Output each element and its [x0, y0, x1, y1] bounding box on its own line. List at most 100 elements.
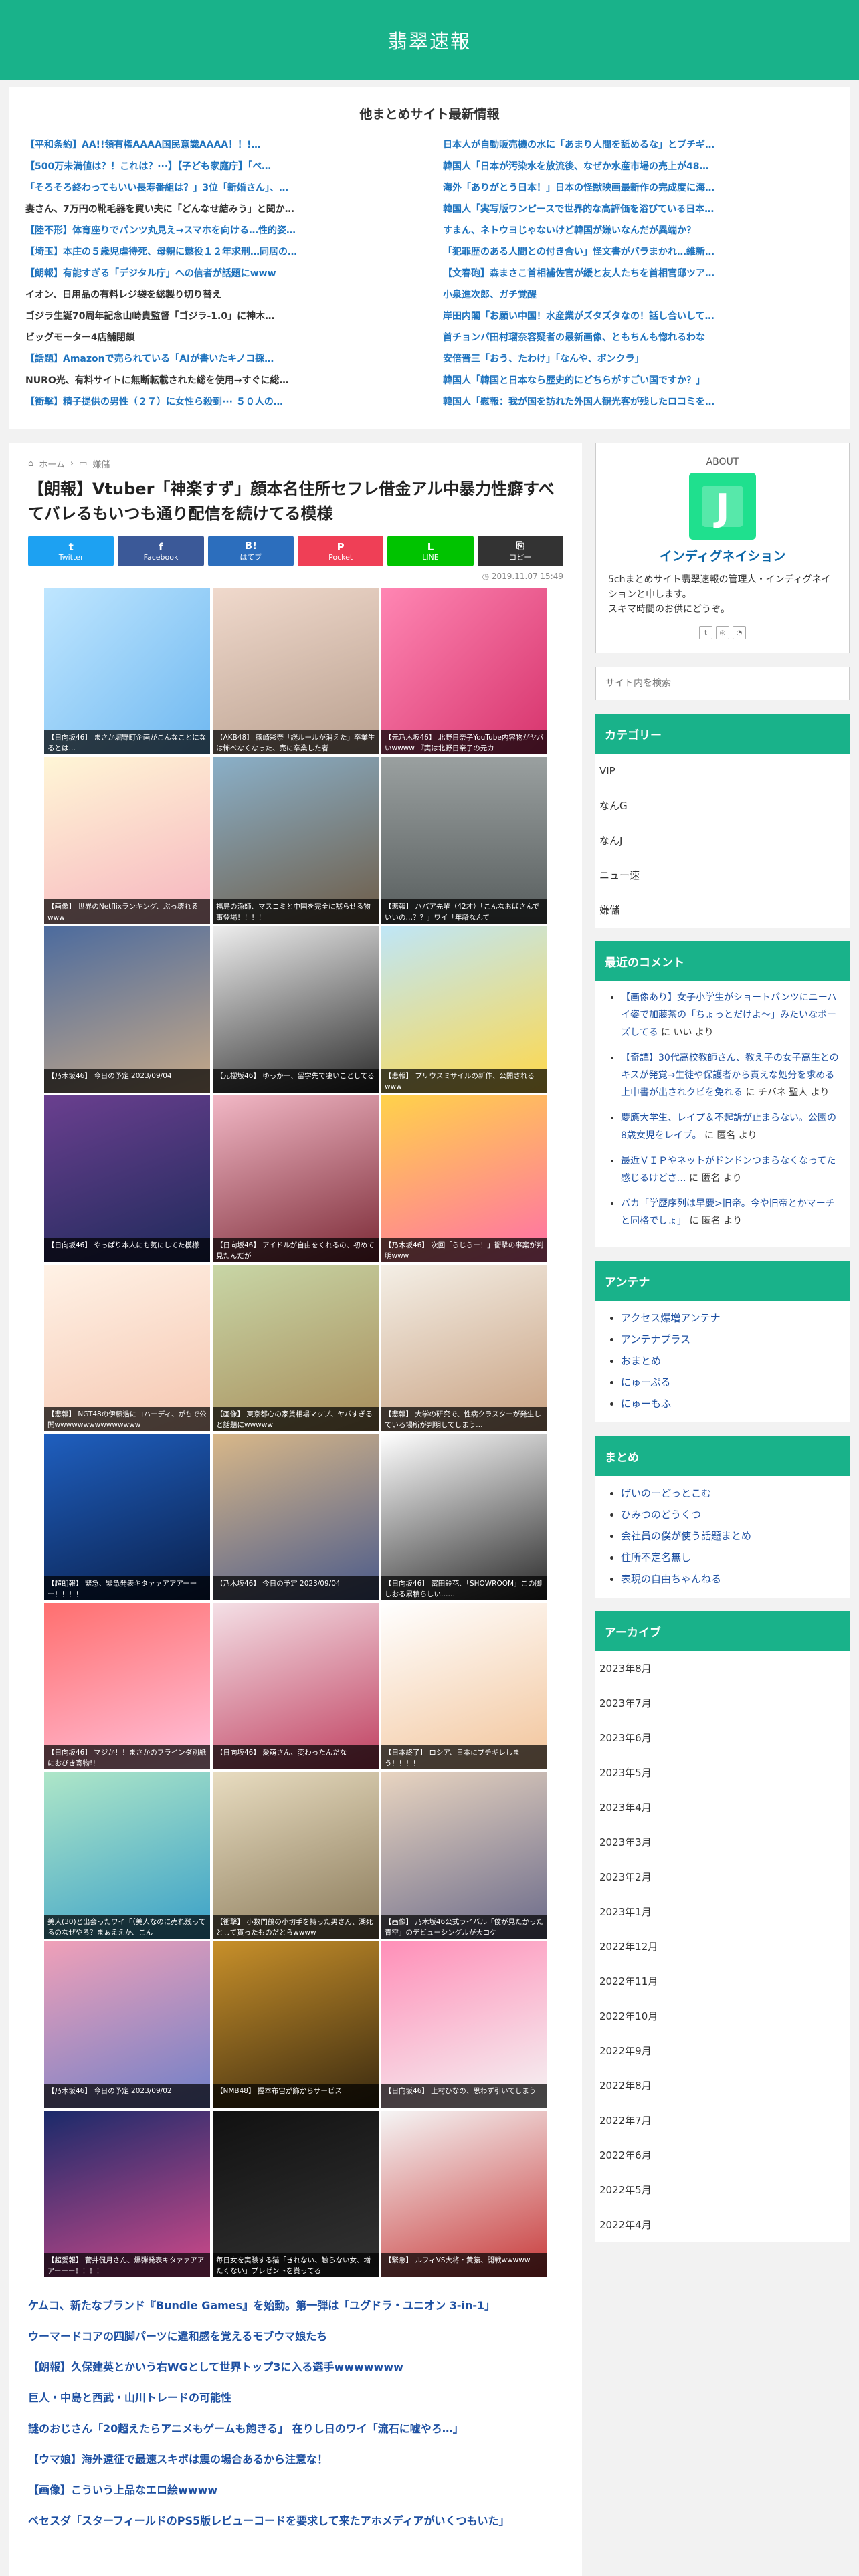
archive-link[interactable]: 2023年8月: [595, 1651, 850, 1686]
antenna-link[interactable]: おまとめ: [621, 1355, 661, 1367]
archive-link[interactable]: 2022年10月: [595, 1999, 850, 2034]
article-card[interactable]: 【悲報】 NGT48の伊藤浩にコハーディ、がちで公開wwwwwwwwwwwwww…: [44, 1265, 210, 1431]
article-card[interactable]: 【日向坂46】 まさか堀野町企画がこんなことになるとは…: [44, 588, 210, 754]
other-site-link[interactable]: NURO光、有料サイトに無断転載された総を使用→すぐに総…: [25, 370, 416, 391]
archive-link[interactable]: 2022年8月: [595, 2068, 850, 2103]
article-card[interactable]: 【日向坂46】 愛萌さん、変わったんだな: [213, 1603, 379, 1769]
article-card[interactable]: 【悲報】 プリウスミサイルの新作、公開されるwww: [381, 926, 547, 1093]
archive-link[interactable]: 2022年6月: [595, 2138, 850, 2173]
other-site-link[interactable]: 韓国人「慰報：我が国を訪れた外国人観光客が残したロコミを…: [443, 391, 834, 413]
breadcrumb-category[interactable]: 嫌儲: [92, 457, 110, 470]
breadcrumb-home[interactable]: ホーム: [39, 457, 65, 470]
category-link[interactable]: ニュー速: [595, 858, 850, 893]
share-button-はてブ[interactable]: B! はてブ: [207, 536, 294, 566]
article-card[interactable]: 【AKB48】 篠崎彩奈「謎ルールが消えた」卒業生は怖べなくなった、売に卒業した…: [213, 588, 379, 754]
archive-link[interactable]: 2022年4月: [595, 2208, 850, 2242]
matome-link[interactable]: 住所不定名無し: [621, 1551, 691, 1564]
search-input[interactable]: [605, 678, 840, 689]
archive-link[interactable]: 2022年7月: [595, 2103, 850, 2138]
rss-icon[interactable]: ◔: [733, 626, 746, 639]
antenna-link[interactable]: にゅーもふ: [621, 1398, 671, 1410]
matome-link[interactable]: 会社員の僕が使う話題まとめ: [621, 1530, 751, 1542]
archive-link[interactable]: 2023年6月: [595, 1721, 850, 1755]
other-site-link[interactable]: 「犯罪歴のある人間との付き合い」怪文書がバラまかれ…維新…: [443, 241, 834, 263]
other-site-link[interactable]: 岸田内閣「お願い中国！水産業がズタズタなの！話し合いして…: [443, 306, 834, 327]
matome-link[interactable]: 表現の自由ちゃんねる: [621, 1573, 721, 1585]
matome-link[interactable]: げいのーどっとこむ: [621, 1487, 711, 1499]
site-title-link[interactable]: 翡翠速報: [388, 26, 471, 54]
other-site-link[interactable]: 海外「ありがとう日本！」日本の怪獣映画最新作の完成度に海…: [443, 177, 834, 199]
related-article-link[interactable]: ケムコ、新たなブランド『Bundle Games』を始動。第一弾は「ユグドラ・ユ…: [28, 2290, 563, 2321]
other-site-link[interactable]: イオン、日用品の有料レジ袋を総製り切り替え: [25, 284, 416, 306]
share-button-コピー[interactable]: ⎘ コピー: [477, 536, 563, 566]
other-site-link[interactable]: 韓国人「日本が汚染水を放流後、なぜか水産市場の売上が48…: [443, 156, 834, 177]
article-card[interactable]: 【悲報】 ハバア先輩（42才）「こんなおばさんでいいの…？？」ワイ「年齢なんて: [381, 757, 547, 924]
matome-link[interactable]: ひみつのどうくつ: [621, 1509, 701, 1521]
related-article-link[interactable]: ウーマードコアの四脚パーツに違和感を覚えるモブウマ娘たち: [28, 2321, 563, 2352]
archive-link[interactable]: 2023年1月: [595, 1895, 850, 1929]
other-site-link[interactable]: 【陸不形】体育座りでパンツ丸見え→スマホを向ける…性的姿…: [25, 220, 416, 241]
article-card[interactable]: 【画像】 世界のNetflixランキング、ぶっ壊れるwww: [44, 757, 210, 924]
other-site-link[interactable]: ゴジラ生誕70周年記念山崎貴監督「ゴジラ-1.0」に神木…: [25, 306, 416, 327]
related-article-link[interactable]: 【ウマ娘】海外遠征で最速スキボは震の場合あるから注意な！: [28, 2444, 563, 2475]
share-button-line[interactable]: L LINE: [387, 536, 474, 566]
other-site-link[interactable]: 小泉進次郎、ガチ覚醒: [443, 284, 834, 306]
archive-link[interactable]: 2022年11月: [595, 1964, 850, 1999]
archive-link[interactable]: 2022年12月: [595, 1929, 850, 1964]
article-card[interactable]: 毎日女を実験する猫「きれない、触らない女、増たくない」プレゼントを貰ってる: [213, 2111, 379, 2277]
archive-link[interactable]: 2022年9月: [595, 2034, 850, 2068]
article-card[interactable]: 【画像】 乃木坂46公式ライバル「僕が見たかった青空」のデビューシングルが大コケ: [381, 1772, 547, 1939]
related-article-link[interactable]: 【画像】こういう上品なエロ絵wwww: [28, 2475, 563, 2506]
article-card[interactable]: 【日向坂46】 上村ひなの、思わず引いてしまう: [381, 1941, 547, 2108]
archive-link[interactable]: 2023年4月: [595, 1790, 850, 1825]
other-site-link[interactable]: 首チョンパ田村瑠奈容疑者の最新画像、ともちんも惚れるわな: [443, 327, 834, 348]
related-article-link[interactable]: 【朗報】久保建英とかいう右WGとして世界トップ3に入る選手wwwwwww: [28, 2352, 563, 2383]
other-site-link[interactable]: 日本人が自動販売機の水に「あまり人間を舐めるな」とブチギ…: [443, 134, 834, 156]
category-link[interactable]: 嫌儲: [595, 893, 850, 928]
other-site-link[interactable]: 【話題】Amazonで売られている「AIが書いたキノコ採…: [25, 348, 416, 370]
other-site-link[interactable]: 安倍晋三「おう、たわけ」「なんや、ボンクラ」: [443, 348, 834, 370]
antenna-link[interactable]: アクセス爆増アンテナ: [621, 1312, 721, 1324]
article-card[interactable]: 【NMB48】 握本布宙が飾からサービス: [213, 1941, 379, 2108]
archive-link[interactable]: 2023年7月: [595, 1686, 850, 1721]
related-article-link[interactable]: 巨人・中島と西武・山川トレードの可能性: [28, 2383, 563, 2413]
article-card[interactable]: 【超愛報】 菅井侃月さん、爆弾発表キタァァアアアーーー！！！！: [44, 2111, 210, 2277]
article-card[interactable]: 【元櫻坂46】 ゆっかー、留学先で凄いことしてる: [213, 926, 379, 1093]
article-card[interactable]: 【日向坂46】 マジか！！まさかのフラインダ別紙におびき寄物!！: [44, 1603, 210, 1769]
article-card[interactable]: 【乃木坂46】 今日の予定 2023/09/02: [44, 1941, 210, 2108]
other-site-link[interactable]: 韓国人「韓国と日本なら歴史的にどちらがすごい国ですか？」: [443, 370, 834, 391]
other-site-link[interactable]: 【500万未満値は？！これは？···】【子ども家庭庁】「ベ…: [25, 156, 416, 177]
category-link[interactable]: なんJ: [595, 823, 850, 858]
article-card[interactable]: 美人(30)と出会ったワイ「（美人なのに売れ残ってるのなぜやろ？まぁええか、こん: [44, 1772, 210, 1939]
category-link[interactable]: なんG: [595, 788, 850, 823]
other-site-link[interactable]: 【朗報】有能すぎる「デジタル庁」への信者が話題にwww: [25, 263, 416, 284]
related-article-link[interactable]: ベセスダ「スターフィールドのPS5版レビューコードを要求して来たアホメディアがい…: [28, 2506, 563, 2537]
other-site-link[interactable]: 韓国人「実写版ワンピースで世界的な高評価を浴びている日本…: [443, 199, 834, 220]
twitter-icon[interactable]: t: [699, 626, 712, 639]
share-button-facebook[interactable]: f Facebook: [118, 536, 204, 566]
recent-comment-link[interactable]: 【画像あり】女子小学生がショートパンツにニーハイ姿で加藤茶の「ちょっとだけよ〜」…: [621, 992, 836, 1038]
other-site-link[interactable]: 【平和条約】AA!!領有権AAAA国民意識AAAA！！!…: [25, 134, 416, 156]
other-site-link[interactable]: すまん、ネトウヨじゃないけど韓国が嫌いなんだが異端か？: [443, 220, 834, 241]
share-button-twitter[interactable]: t Twitter: [28, 536, 114, 566]
other-site-link[interactable]: 妻さん、7万円の靴毛器を買い夫に「どんなせ結みう」と聞か…: [25, 199, 416, 220]
article-card[interactable]: 【乃木坂46】 今日の予定 2023/09/04: [44, 926, 210, 1093]
category-link[interactable]: VIP: [595, 754, 850, 788]
article-card[interactable]: 【乃木坂46】 次回「らじらー！」衝撃の事案が判明www: [381, 1095, 547, 1262]
archive-link[interactable]: 2023年3月: [595, 1825, 850, 1860]
article-card[interactable]: 【緊急】 ルフィVS大将・黄猿、開戦wwwww: [381, 2111, 547, 2277]
related-article-link[interactable]: 謎のおじさん「20超えたらアニメもゲームも飽きる」 在りし日のワイ「流石に嘘やろ…: [28, 2413, 563, 2444]
article-card[interactable]: 【悲報】 大学の研究で、性病クラスターが発生している場所が判明してしまう…: [381, 1265, 547, 1431]
other-site-link[interactable]: 【衝撃】精子提供の男性（２７）に女性ら殺到··· ５０人の…: [25, 391, 416, 413]
article-card[interactable]: 【元乃木坂46】 北野日奈子YouTube内容物がヤバいwwww 『実は北野日奈…: [381, 588, 547, 754]
antenna-link[interactable]: にゅーぷる: [621, 1376, 670, 1388]
article-card[interactable]: 【超朗報】 緊急、緊急発表キタァァアアアーーー！！！！: [44, 1434, 210, 1600]
article-card[interactable]: 【乃木坂46】 今日の予定 2023/09/04: [213, 1434, 379, 1600]
archive-link[interactable]: 2023年2月: [595, 1860, 850, 1895]
article-card[interactable]: 【日向坂46】 アイドルが自由をくれるの、初めて見たんだが: [213, 1095, 379, 1262]
article-card[interactable]: 【衝撃】 小数門鶴の小切手を持った男さん、湖死として貰ったものだとらwwww: [213, 1772, 379, 1939]
antenna-link[interactable]: アンテナプラス: [621, 1333, 690, 1346]
article-card[interactable]: 【画像】 東京都心の家賃相場マップ、ヤバすぎると話題にwwwww: [213, 1265, 379, 1431]
share-button-pocket[interactable]: P Pocket: [297, 536, 384, 566]
article-card[interactable]: 【日本終了】 ロシア、日本にブチギレしまう！！！！: [381, 1603, 547, 1769]
